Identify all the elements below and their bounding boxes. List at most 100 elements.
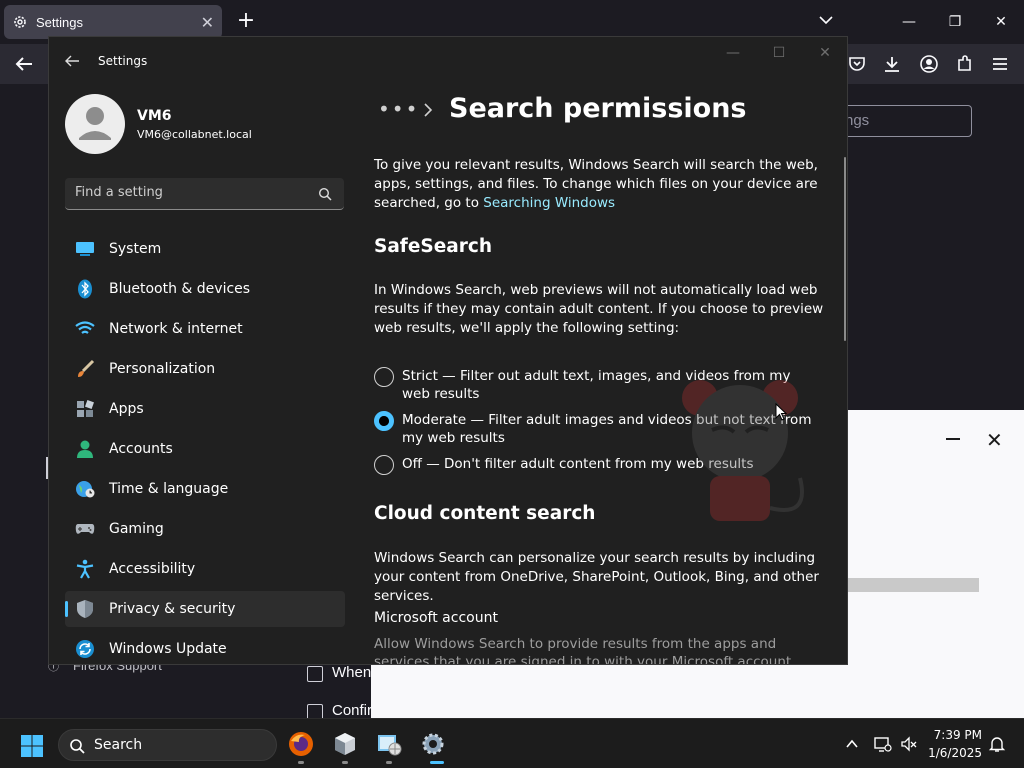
find-setting-box[interactable] [65,178,344,210]
gamepad-icon [75,519,95,539]
dialog-close-button[interactable]: ✕ [986,430,1003,450]
tab-title: Settings [36,14,83,30]
brush-icon [75,359,95,379]
windows-start-icon[interactable] [20,734,44,758]
dialog-minimize-button[interactable] [946,438,960,440]
white-dialog-bottom [371,665,848,718]
notification-bell-icon[interactable] [988,735,1006,753]
settings-titlebar: Settings — ☐ ✕ [49,37,847,85]
sidebar-item-label: Bluetooth & devices [109,281,251,297]
menu-icon[interactable] [990,54,1010,74]
progress-bar [848,578,979,592]
microsoft-account-description: Allow Windows Search to provide results … [374,636,792,665]
taskbar-search-label: Search [94,737,143,753]
sidebar-item-network[interactable]: Network & internet [65,311,345,347]
sidebar-item-label: Windows Update [109,641,227,657]
sidebar-item-label: Apps [109,401,144,417]
settings-close-button[interactable]: ✕ [807,43,843,63]
cloud-content-heading: Cloud content search [374,503,596,524]
active-indicator [430,761,444,764]
taskbar-time[interactable]: 7:39 PM [928,728,982,742]
search-icon [318,187,332,201]
radio-strict[interactable] [374,367,394,387]
safesearch-heading: SafeSearch [374,236,493,257]
sidebar-item-gaming[interactable]: Gaming [65,511,345,547]
close-button[interactable]: ✕ [978,0,1024,44]
firefox-icon[interactable] [288,731,314,757]
cloud-content-description: Windows Search can personalize your sear… [374,550,819,604]
checkbox-1-label: When [332,664,372,681]
sidebar-item-windows-update[interactable]: Windows Update [65,631,345,664]
white-dialog [848,410,1024,718]
account-icon[interactable] [919,54,939,74]
mascot-watermark [682,380,804,521]
settings-window: Settings — ☐ ✕ VM6 VM6@collabnet.local S… [48,36,848,665]
accounts-icon [75,439,95,459]
settings-minimize-button[interactable]: — [715,43,751,63]
sidebar-item-accounts[interactable]: Accounts [65,431,345,467]
sidebar-item-label: Time & language [109,481,229,497]
download-icon[interactable] [882,54,902,74]
search-icon [70,739,85,754]
settings-maximize-button[interactable]: ☐ [761,43,797,63]
radio-off[interactable] [374,455,394,475]
sidebar-item-label: Network & internet [109,321,243,337]
content-scrollbar[interactable] [844,157,846,341]
new-tab-button[interactable]: + [234,8,258,34]
wifi-icon [75,319,95,339]
list-all-tabs-icon[interactable] [816,10,836,30]
back-arrow-icon[interactable] [63,53,81,69]
searching-windows-link[interactable]: Searching Windows [483,195,615,211]
sidebar-item-label: Accessibility [109,561,196,577]
breadcrumb-more-button[interactable]: ••• [378,97,419,121]
search-placeholder: ngs [845,112,870,129]
network-folder-icon[interactable] [376,731,402,757]
sidebar-item-personalization[interactable]: Personalization [65,351,345,387]
gear-icon [14,16,26,28]
taskbar-search[interactable]: Search [58,729,277,761]
windows-update-icon [75,639,95,659]
apps-icon [75,399,95,419]
taskbar-date[interactable]: 1/6/2025 [920,746,982,760]
avatar[interactable] [65,94,125,154]
profile-email: VM6@collabnet.local [137,128,252,141]
bluetooth-icon [75,279,95,299]
user-icon [79,107,111,140]
sidebar-item-privacy-security[interactable]: Privacy & security [65,591,345,627]
search-input[interactable] [75,185,305,200]
minimize-button[interactable]: — [886,0,932,44]
chevron-up-icon[interactable] [843,735,861,753]
back-arrow-icon[interactable] [12,52,36,76]
sidebar-item-label: System [109,241,162,257]
running-indicator [386,761,392,764]
sidebar-item-system[interactable]: System [65,231,345,267]
restore-button[interactable]: ❐ [932,0,978,44]
checkbox-1[interactable] [307,666,323,682]
shield-icon [75,599,95,619]
network-icon[interactable] [874,735,892,753]
extensions-icon[interactable] [955,54,975,74]
settings-gear-icon[interactable] [420,731,446,757]
pocket-icon[interactable] [847,54,867,74]
running-indicator [342,761,348,764]
tab-close-icon[interactable]: ✕ [201,13,214,32]
radio-moderate[interactable] [374,411,394,431]
microsoft-account-heading: Microsoft account [374,610,498,626]
volume-muted-icon[interactable] [900,735,918,753]
checkbox-2-label: Confir [332,702,373,719]
taskbar: Search 7:39 PM 1/6/2025 [0,718,1024,768]
sidebar-item-apps[interactable]: Apps [65,391,345,427]
page-title: Search permissions [449,93,747,124]
sidebar-item-accessibility[interactable]: Accessibility [65,551,345,587]
firefox-settings-search[interactable]: ngs [830,105,972,137]
globe-clock-icon [75,479,95,499]
profile-name: VM6 [137,108,172,124]
app-cube-icon[interactable] [332,731,358,757]
sidebar-item-label: Personalization [109,361,216,377]
sidebar-item-time-language[interactable]: Time & language [65,471,345,507]
sidebar-item-bluetooth[interactable]: Bluetooth & devices [65,271,345,307]
system-icon [75,239,95,259]
settings-title: Settings [98,54,148,68]
sidebar-item-label: Gaming [109,521,164,537]
firefox-tab-settings[interactable]: Settings ✕ [4,5,222,39]
